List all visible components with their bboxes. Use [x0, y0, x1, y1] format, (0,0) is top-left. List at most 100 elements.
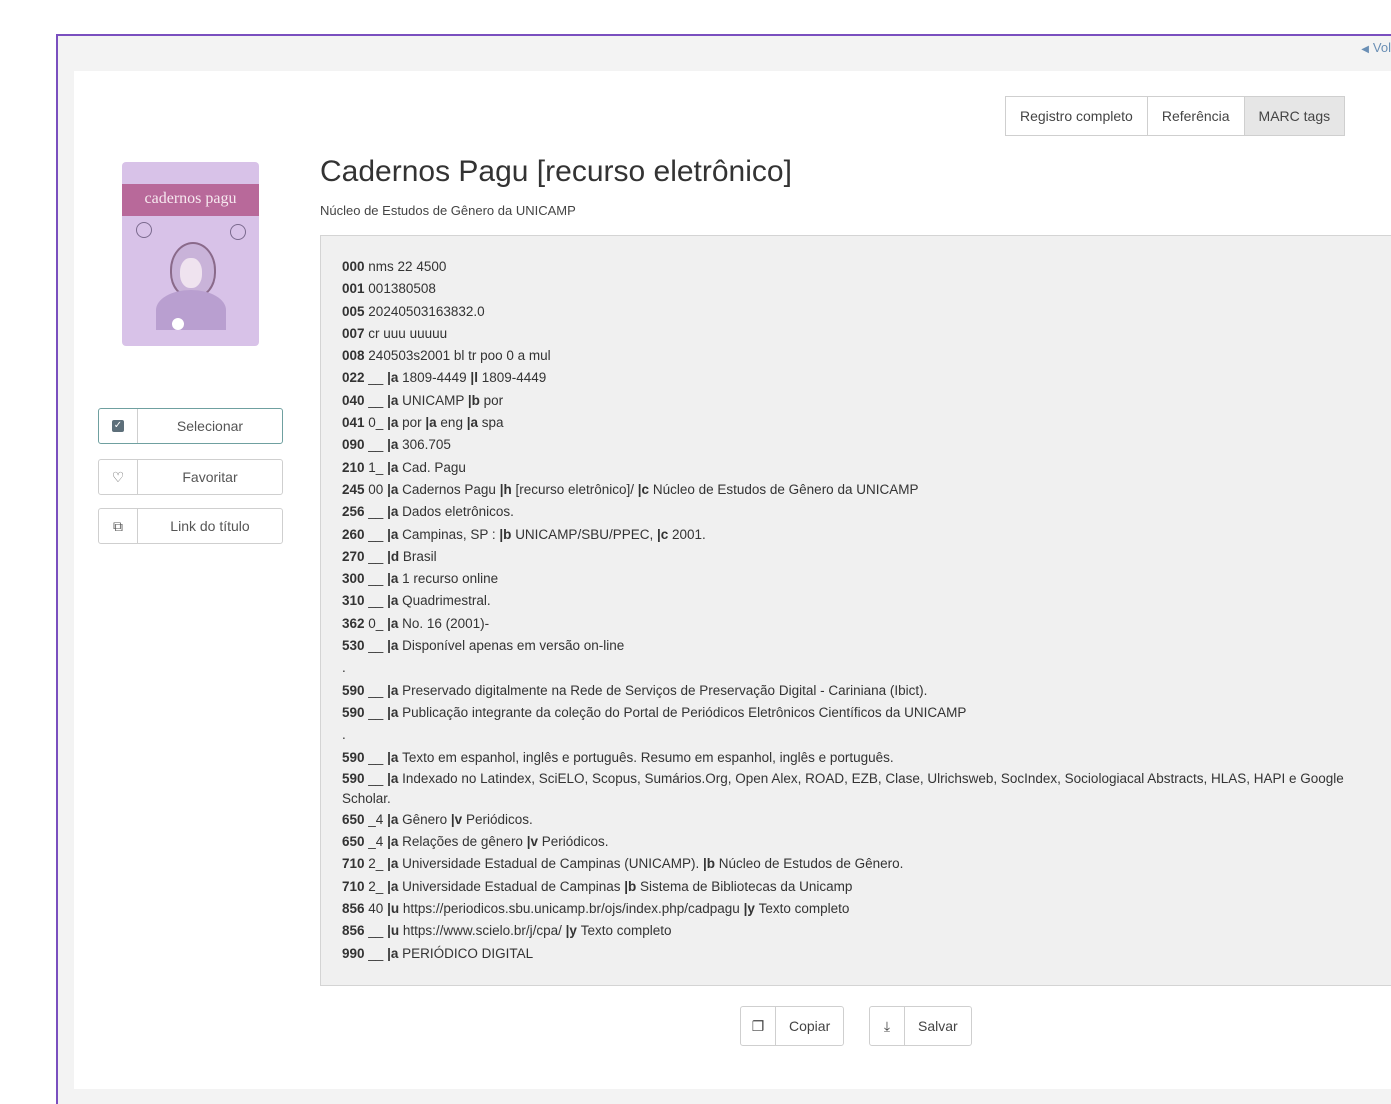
marc-indicators: __: [364, 682, 388, 698]
marc-field: 856 __ |u https://www.scielo.br/j/cpa/ |…: [342, 920, 1391, 942]
marc-subfield-value: Sistema de Bibliotecas da Unicamp: [640, 878, 853, 894]
marc-indicators: 40: [364, 901, 388, 917]
marc-subfield-value: spa: [481, 415, 504, 431]
marc-field: 710 2_ |a Universidade Estadual de Campi…: [342, 853, 1391, 875]
marc-field: 022 __ |a 1809-4449 |l 1809-4449: [342, 367, 1391, 389]
title-link-button[interactable]: ⧉ Link do título: [98, 508, 283, 544]
marc-tag: 650: [342, 834, 365, 850]
marc-subfield-code: |c: [656, 526, 673, 542]
marc-subfield-code: |a: [387, 593, 403, 609]
marc-tag: 022: [342, 370, 365, 386]
marc-indicators: __: [364, 571, 388, 587]
marc-subfield-code: |y: [565, 923, 581, 939]
marc-subfield-code: |a: [387, 749, 403, 765]
favorite-button[interactable]: ♡ Favoritar: [98, 459, 283, 495]
marc-subfield-code: |l: [470, 370, 482, 386]
save-button[interactable]: ⤓ Salvar: [869, 1006, 972, 1046]
marc-indicators: __: [364, 923, 388, 939]
marc-indicators: _4: [364, 811, 388, 827]
marc-tag: 270: [342, 548, 365, 564]
tab-full-record[interactable]: Registro completo: [1005, 96, 1148, 136]
marc-indicators: __: [364, 526, 388, 542]
marc-indicators: _4: [364, 834, 388, 850]
marc-indicators: 0_: [364, 415, 388, 431]
marc-tag: 090: [342, 437, 365, 453]
marc-field: 856 40 |u https://periodicos.sbu.unicamp…: [342, 898, 1391, 920]
marc-subfield-code: |a: [387, 856, 403, 872]
marc-field: 590 __ |a Indexado no Latindex, SciELO, …: [342, 769, 1352, 809]
marc-field: 590 __ |a Publicação integrante da coleç…: [342, 702, 1391, 724]
copy-button[interactable]: ❐ Copiar: [740, 1006, 845, 1046]
tab-reference[interactable]: Referência: [1146, 96, 1245, 136]
marc-subfield-value: Preservado digitalmente na Rede de Servi…: [402, 682, 928, 698]
tab-marc-tags[interactable]: MARC tags: [1243, 96, 1346, 136]
marc-tag: 590: [342, 749, 365, 765]
marc-field: 040 __ |a UNICAMP |b por: [342, 390, 1391, 412]
marc-tag: 041: [342, 415, 365, 431]
marc-subfield-code: |a: [387, 945, 403, 961]
marc-separator: .: [342, 660, 346, 676]
back-link[interactable]: ◀ Vol: [1361, 40, 1391, 55]
marc-tag: 856: [342, 901, 365, 917]
marc-tag: 260: [342, 526, 365, 542]
marc-field: 300 __ |a 1 recurso online: [342, 568, 1391, 590]
marc-tag: 362: [342, 615, 365, 631]
marc-tag: 990: [342, 945, 365, 961]
marc-indicators: __: [364, 749, 388, 765]
marc-indicators: __: [364, 437, 388, 453]
marc-indicators: __: [364, 945, 388, 961]
marc-subfield-value: UNICAMP/SBU/PPEC,: [515, 526, 657, 542]
marc-separator: .: [342, 727, 346, 743]
marc-subfield-code: |u: [387, 901, 403, 917]
marc-tag: 856: [342, 923, 365, 939]
marc-subfield-code: |b: [624, 878, 641, 894]
marc-subfield-value: Universidade Estadual de Campinas (UNICA…: [402, 856, 703, 872]
marc-field: 990 __ |a PERIÓDICO DIGITAL: [342, 943, 1391, 965]
marc-subfield-value: Publicação integrante da coleção do Port…: [402, 704, 967, 720]
marc-indicators: __: [364, 370, 388, 386]
marc-subfield-code: |a: [387, 770, 403, 786]
marc-tag: 256: [342, 504, 365, 520]
marc-subfield-code: |a: [387, 878, 403, 894]
marc-subfield-code: |a: [387, 811, 403, 827]
marc-indicators: 0_: [364, 615, 388, 631]
marc-subfield-code: |a: [387, 682, 403, 698]
marc-field: 008 240503s2001 bl tr poo 0 a mul: [342, 345, 1391, 367]
marc-subfield-value: Núcleo de Estudos de Gênero da UNICAMP: [652, 481, 919, 497]
marc-subfield-code: |a: [387, 481, 403, 497]
marc-field: 005 20240503163832.0: [342, 301, 1391, 323]
marc-indicators: __: [364, 392, 388, 408]
marc-subfield-code: |b: [499, 526, 516, 542]
select-button[interactable]: ✓ Selecionar: [98, 408, 283, 444]
marc-subfield-code: |a: [387, 615, 403, 631]
marc-subfield-value: nms 22 4500: [368, 259, 447, 274]
marc-subfield-value: Periódicos.: [465, 811, 533, 827]
marc-subfield-value: 20240503163832.0: [368, 303, 485, 319]
marc-indicators: 00: [364, 481, 388, 497]
marc-field: 530 __ |a Disponível apenas em versão on…: [342, 635, 1391, 657]
marc-subfield-value: 2001.: [672, 526, 706, 542]
marc-indicators: __: [364, 504, 388, 520]
marc-subfield-value: 1809-4449: [402, 370, 471, 386]
marc-indicators: 1_: [364, 459, 388, 475]
cover-image: cadernos pagu: [122, 162, 259, 346]
marc-subfield-value: Cadernos Pagu: [402, 481, 500, 497]
marc-subfield-value: eng: [440, 415, 467, 431]
marc-field: 710 2_ |a Universidade Estadual de Campi…: [342, 876, 1391, 898]
marc-tag: 530: [342, 638, 365, 654]
marc-tag: 310: [342, 593, 365, 609]
marc-field: 270 __ |d Brasil: [342, 546, 1391, 568]
marc-subfield-code: |a: [387, 571, 403, 587]
marc-subfield-value: por: [402, 415, 426, 431]
marc-tag: 245: [342, 481, 365, 497]
marc-subfield-code: |a: [387, 704, 403, 720]
marc-subfield-code: |v: [526, 834, 542, 850]
marc-field: 256 __ |a Dados eletrônicos.: [342, 501, 1391, 523]
marc-subfield-value: Relações de gênero: [402, 834, 527, 850]
marc-subfield-code: |a: [387, 392, 403, 408]
marc-subfield-value: Texto em espanhol, inglês e português. R…: [402, 749, 894, 765]
marc-subfield-value: Universidade Estadual de Campinas: [402, 878, 625, 894]
marc-tag: 650: [342, 811, 365, 827]
marc-indicators: __: [364, 770, 388, 786]
marc-field: 590 __ |a Preservado digitalmente na Red…: [342, 680, 1391, 702]
